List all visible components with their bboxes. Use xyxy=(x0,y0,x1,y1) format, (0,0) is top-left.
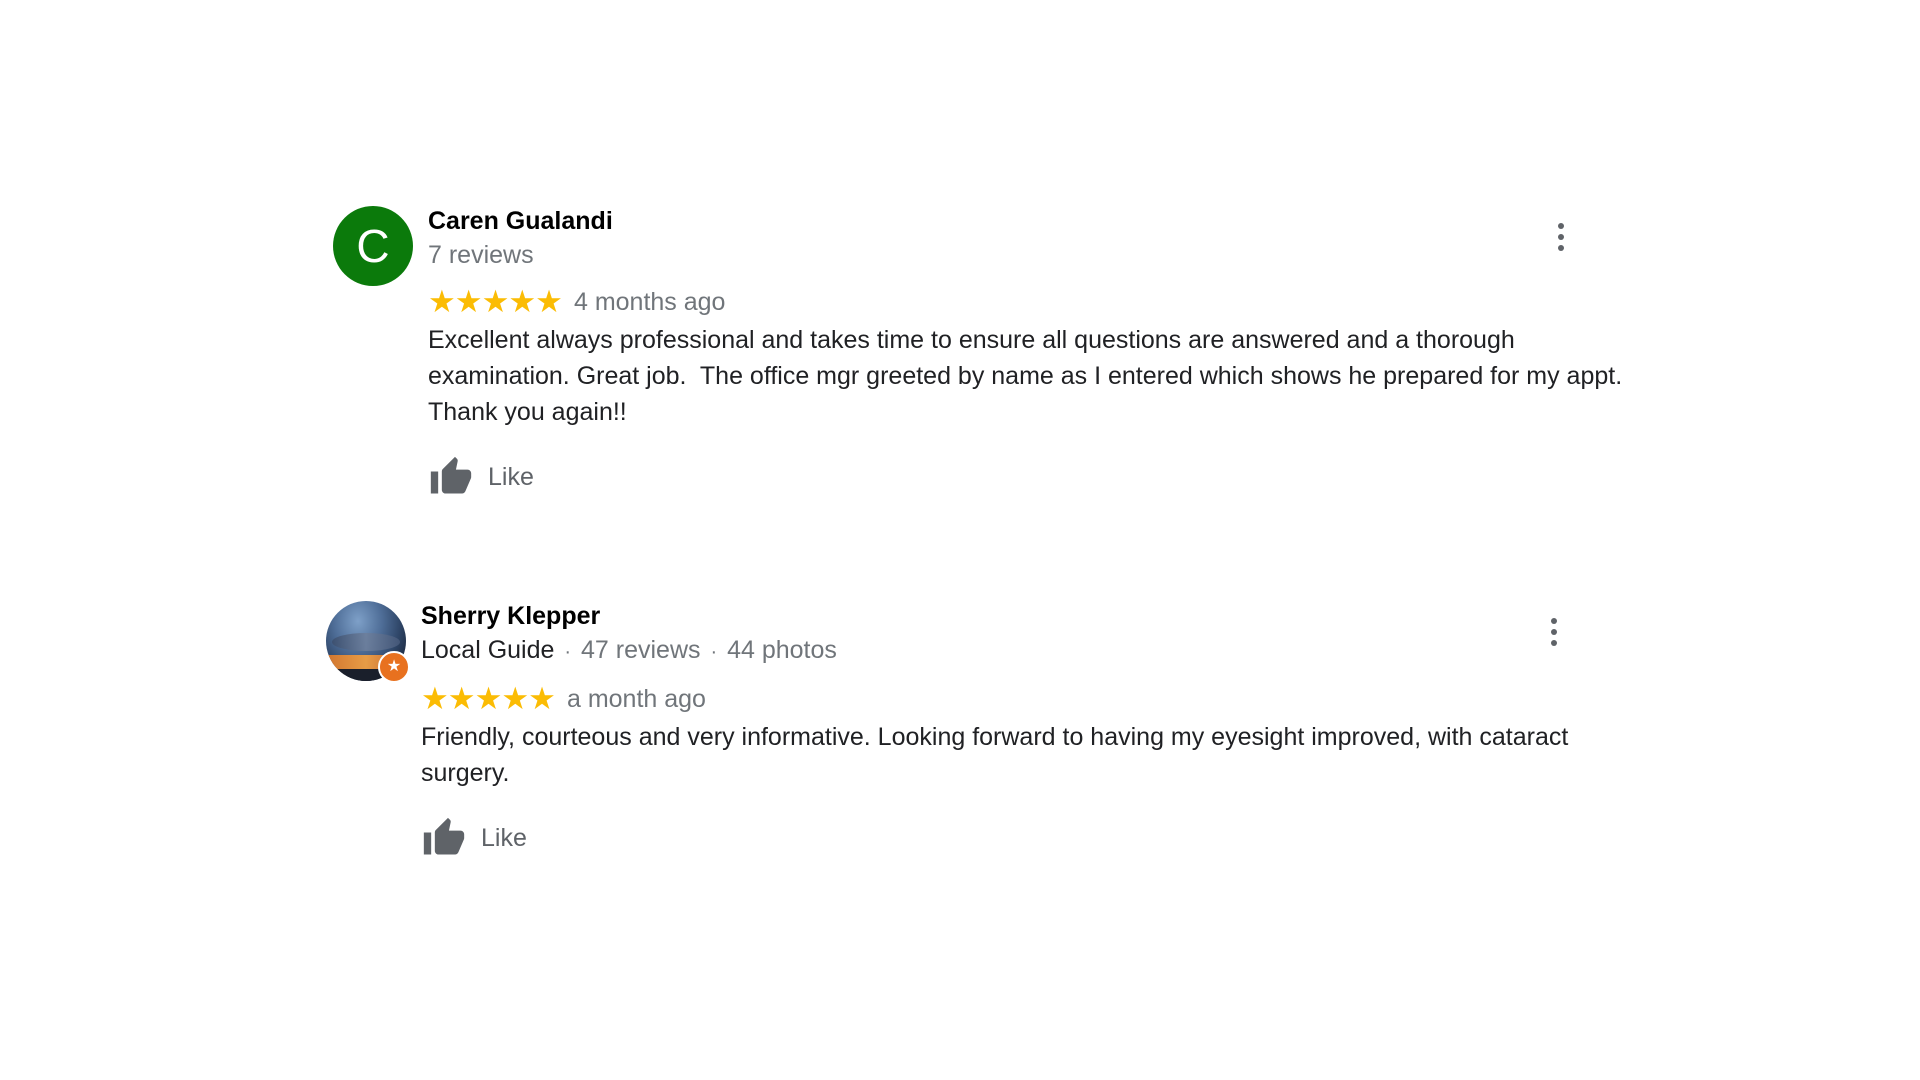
reviewer-photo-count[interactable]: 44 photos xyxy=(727,636,837,664)
review-content: Sherry Klepper Local Guide · 47 reviews … xyxy=(421,599,1636,861)
more-vert-icon xyxy=(1551,618,1557,624)
reviewer-review-count[interactable]: 7 reviews xyxy=(428,241,534,269)
reviewer-meta: 7 reviews xyxy=(428,238,1643,272)
like-label: Like xyxy=(488,462,534,491)
review-text: Excellent always professional and takes … xyxy=(428,326,1629,426)
star-rating-icon: ★★★★★ xyxy=(428,284,563,319)
reviewer-review-count[interactable]: 47 reviews xyxy=(581,636,701,664)
more-vert-icon xyxy=(1558,223,1564,229)
avatar-letter: C xyxy=(356,220,390,272)
more-options-button[interactable] xyxy=(1549,217,1573,257)
reviewer-name[interactable]: Caren Gualandi xyxy=(428,204,1643,238)
like-button[interactable]: Like xyxy=(421,815,1636,861)
thumbs-up-icon xyxy=(423,817,465,855)
more-options-button[interactable] xyxy=(1542,612,1566,652)
avatar[interactable]: C xyxy=(333,206,413,286)
local-guide-star-icon: ★ xyxy=(378,651,410,683)
review-content: Caren Gualandi 7 reviews ★★★★★ 4 months … xyxy=(428,204,1643,500)
star-rating-icon: ★★★★★ xyxy=(421,681,556,716)
reviewer-name[interactable]: Sherry Klepper xyxy=(421,599,1636,633)
reviewer-meta: Local Guide · 47 reviews · 44 photos xyxy=(421,636,837,664)
like-button[interactable]: Like xyxy=(428,454,1643,500)
review-time: 4 months ago xyxy=(573,288,726,316)
rating-row: ★★★★★ 4 months ago xyxy=(428,284,1643,320)
review-text: Friendly, courteous and very informative… xyxy=(421,723,1576,787)
rating-row: ★★★★★ a month ago xyxy=(421,681,1636,717)
avatar[interactable]: ★ xyxy=(326,601,410,683)
like-label: Like xyxy=(481,823,527,852)
thumbs-up-icon xyxy=(430,456,472,494)
local-guide-label: Local Guide xyxy=(421,636,555,664)
review-time: a month ago xyxy=(566,685,706,713)
